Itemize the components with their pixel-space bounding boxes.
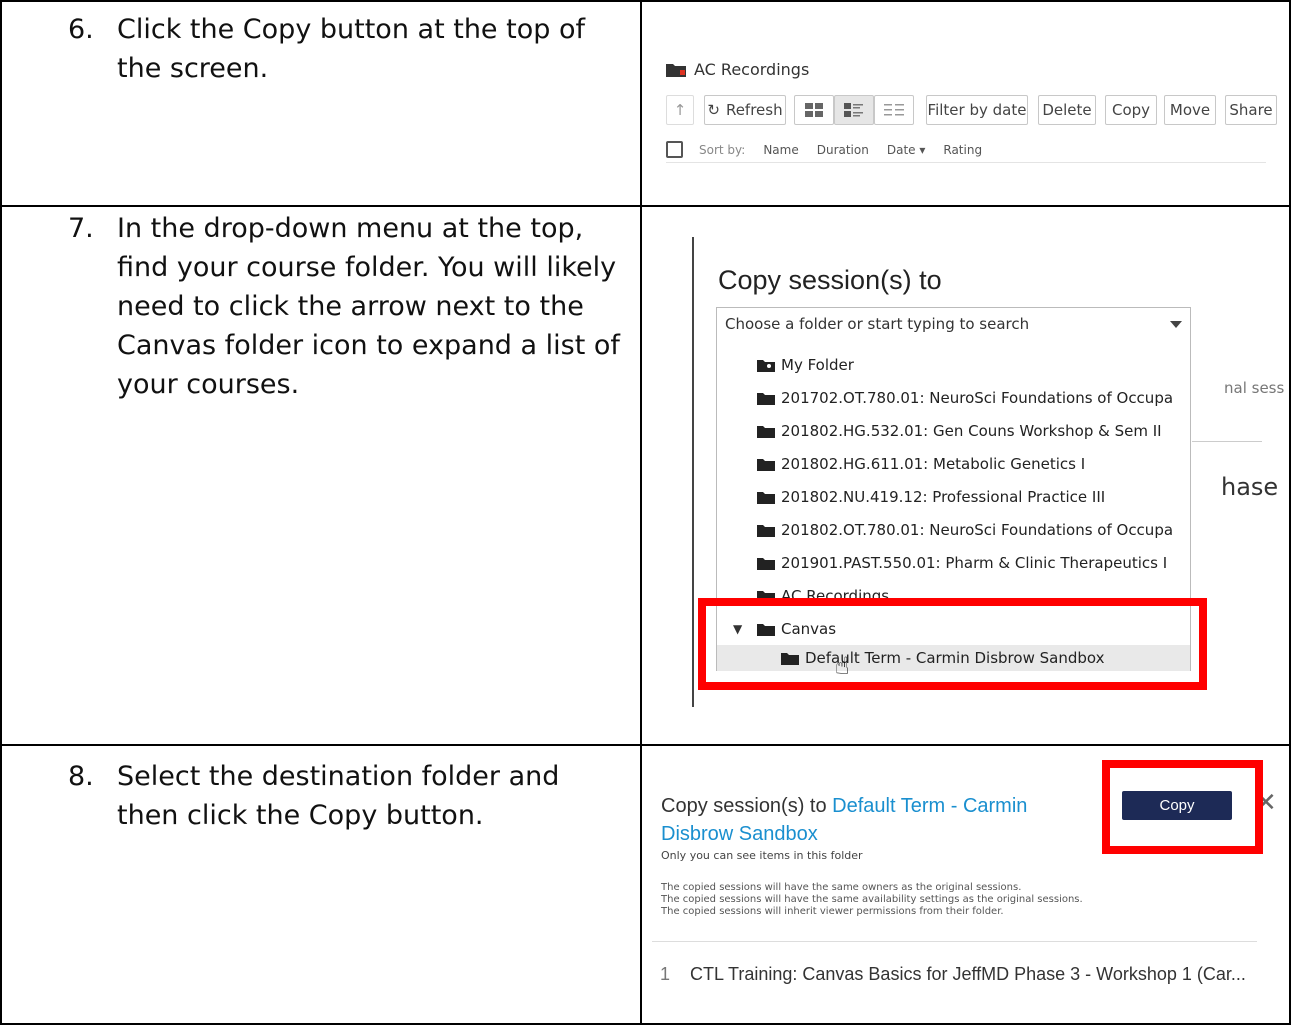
folder-option-label: My Folder bbox=[781, 355, 854, 374]
sort-by-label: Sort by: bbox=[699, 142, 746, 157]
copy-note: The copied sessions will inherit viewer … bbox=[661, 906, 1004, 917]
copy-notes: The copied sessions will have the same o… bbox=[661, 882, 1083, 918]
dialog-edge bbox=[692, 237, 694, 707]
folder-icon bbox=[757, 557, 775, 570]
copy-button[interactable]: Copy bbox=[1105, 95, 1157, 125]
folder-option[interactable]: 201802.NU.419.12: Professional Practice … bbox=[717, 480, 1190, 513]
highlight-box bbox=[1102, 760, 1263, 854]
copy-note: The copied sessions will have the same o… bbox=[661, 882, 1022, 893]
folder-option[interactable]: 201802.HG.611.01: Metabolic Genetics I bbox=[717, 447, 1190, 480]
detail-view-button[interactable] bbox=[834, 95, 874, 125]
folder-option-label: 201802.OT.780.01: NeuroSci Foundations o… bbox=[781, 520, 1174, 539]
folder-option[interactable]: 201802.OT.780.01: NeuroSci Foundations o… bbox=[717, 513, 1190, 546]
move-label: Move bbox=[1169, 101, 1211, 119]
filter-by-date-label: Filter by date bbox=[927, 101, 1027, 119]
select-all-checkbox[interactable] bbox=[666, 141, 683, 158]
folder-select-placeholder: Choose a folder or start typing to searc… bbox=[725, 315, 1030, 333]
copy-note: The copied sessions will have the same a… bbox=[661, 894, 1083, 905]
refresh-button[interactable]: ↻ Refresh bbox=[704, 95, 786, 125]
dialog-heading: Copy session(s) to bbox=[718, 265, 942, 295]
share-label: Share bbox=[1229, 101, 1273, 119]
grid-view-icon bbox=[805, 103, 823, 117]
sort-name[interactable]: Name bbox=[763, 143, 798, 157]
share-button[interactable]: Share bbox=[1225, 95, 1277, 125]
folder-title: AC Recordings bbox=[694, 60, 810, 79]
folder-option-label: 201901.PAST.550.01: Pharm & Clinic Thera… bbox=[781, 553, 1168, 572]
background-text: nal sess bbox=[1224, 379, 1285, 397]
table-border-left bbox=[0, 0, 2, 1025]
move-button[interactable]: Move bbox=[1164, 95, 1216, 125]
highlight-box bbox=[698, 598, 1207, 690]
folder-icon bbox=[757, 524, 775, 537]
folder-icon bbox=[757, 392, 775, 405]
step-text: Select the destination folder and then c… bbox=[117, 761, 560, 831]
folder-select[interactable]: Choose a folder or start typing to searc… bbox=[716, 307, 1191, 341]
folder-option[interactable]: 201702.OT.780.01: NeuroSci Foundations o… bbox=[717, 381, 1190, 414]
sort-bar: Sort by: Name Duration Date ▾ Rating bbox=[666, 137, 1266, 163]
copy-dialog-screenshot: Copy session(s) to Default Term - Carmin… bbox=[642, 746, 1290, 1024]
folder-option-my-folder[interactable]: My Folder bbox=[717, 348, 1190, 381]
dropdown-screenshot: Copy session(s) to nal sess hase Choose … bbox=[642, 207, 1290, 744]
refresh-label: Refresh bbox=[725, 101, 783, 119]
background-text: hase bbox=[1221, 473, 1279, 501]
thumbnail-view-button[interactable] bbox=[794, 95, 834, 125]
folder-icon bbox=[666, 64, 686, 77]
step-text: In the drop-down menu at the top, find y… bbox=[117, 213, 620, 400]
visibility-note: Only you can see items in this folder bbox=[661, 849, 863, 862]
sort-rating[interactable]: Rating bbox=[943, 143, 982, 157]
sort-duration[interactable]: Duration bbox=[817, 143, 869, 157]
folder-option[interactable]: 201901.PAST.550.01: Pharm & Clinic Thera… bbox=[717, 546, 1190, 579]
folder-option-label: 201802.HG.532.01: Gen Couns Workshop & S… bbox=[781, 421, 1162, 440]
hand-pointer-icon: ☝ bbox=[835, 652, 850, 680]
arrow-up-icon: ↑ bbox=[673, 101, 687, 119]
background-divider bbox=[1192, 441, 1262, 442]
user-folder-icon bbox=[757, 359, 775, 372]
folder-icon bbox=[757, 425, 775, 438]
caret-down-icon bbox=[1170, 321, 1182, 328]
session-index: 1 bbox=[660, 964, 671, 984]
session-row: 1 CTL Training: Canvas Basics for JeffMD … bbox=[660, 964, 1246, 985]
step-number: 7. bbox=[68, 213, 94, 244]
delete-button[interactable]: Delete bbox=[1038, 95, 1096, 125]
detail-view-icon bbox=[844, 103, 863, 117]
refresh-icon: ↻ bbox=[707, 101, 720, 119]
folder-option-label: 201702.OT.780.01: NeuroSci Foundations o… bbox=[781, 388, 1174, 407]
step-number: 6. bbox=[68, 14, 94, 45]
filter-by-date-button[interactable]: Filter by date bbox=[926, 95, 1028, 125]
folder-option-label: 201802.NU.419.12: Professional Practice … bbox=[781, 487, 1106, 506]
toolbar-screenshot: AC Recordings ↑ ↻ Refresh Filter by date… bbox=[642, 2, 1290, 205]
list-view-button[interactable] bbox=[874, 95, 914, 125]
divider bbox=[652, 941, 1257, 942]
folder-option-label: 201802.HG.611.01: Metabolic Genetics I bbox=[781, 454, 1086, 473]
folder-icon bbox=[757, 458, 775, 471]
folder-icon bbox=[757, 491, 775, 504]
copy-label: Copy bbox=[1111, 101, 1151, 119]
sort-date[interactable]: Date ▾ bbox=[887, 143, 926, 157]
dialog-title: Copy session(s) to Default Term - Carmin… bbox=[661, 792, 1081, 848]
folder-header: AC Recordings bbox=[666, 60, 809, 79]
session-title: CTL Training: Canvas Basics for JeffMD P… bbox=[690, 964, 1246, 984]
step-number: 8. bbox=[68, 761, 94, 792]
delete-label: Delete bbox=[1042, 101, 1092, 119]
up-button[interactable]: ↑ bbox=[666, 95, 694, 125]
list-view-icon bbox=[884, 104, 904, 116]
folder-option[interactable]: 201802.HG.532.01: Gen Couns Workshop & S… bbox=[717, 414, 1190, 447]
dialog-title-prefix: Copy session(s) to bbox=[661, 795, 833, 817]
step-text: Click the Copy button at the top of the … bbox=[117, 14, 585, 84]
